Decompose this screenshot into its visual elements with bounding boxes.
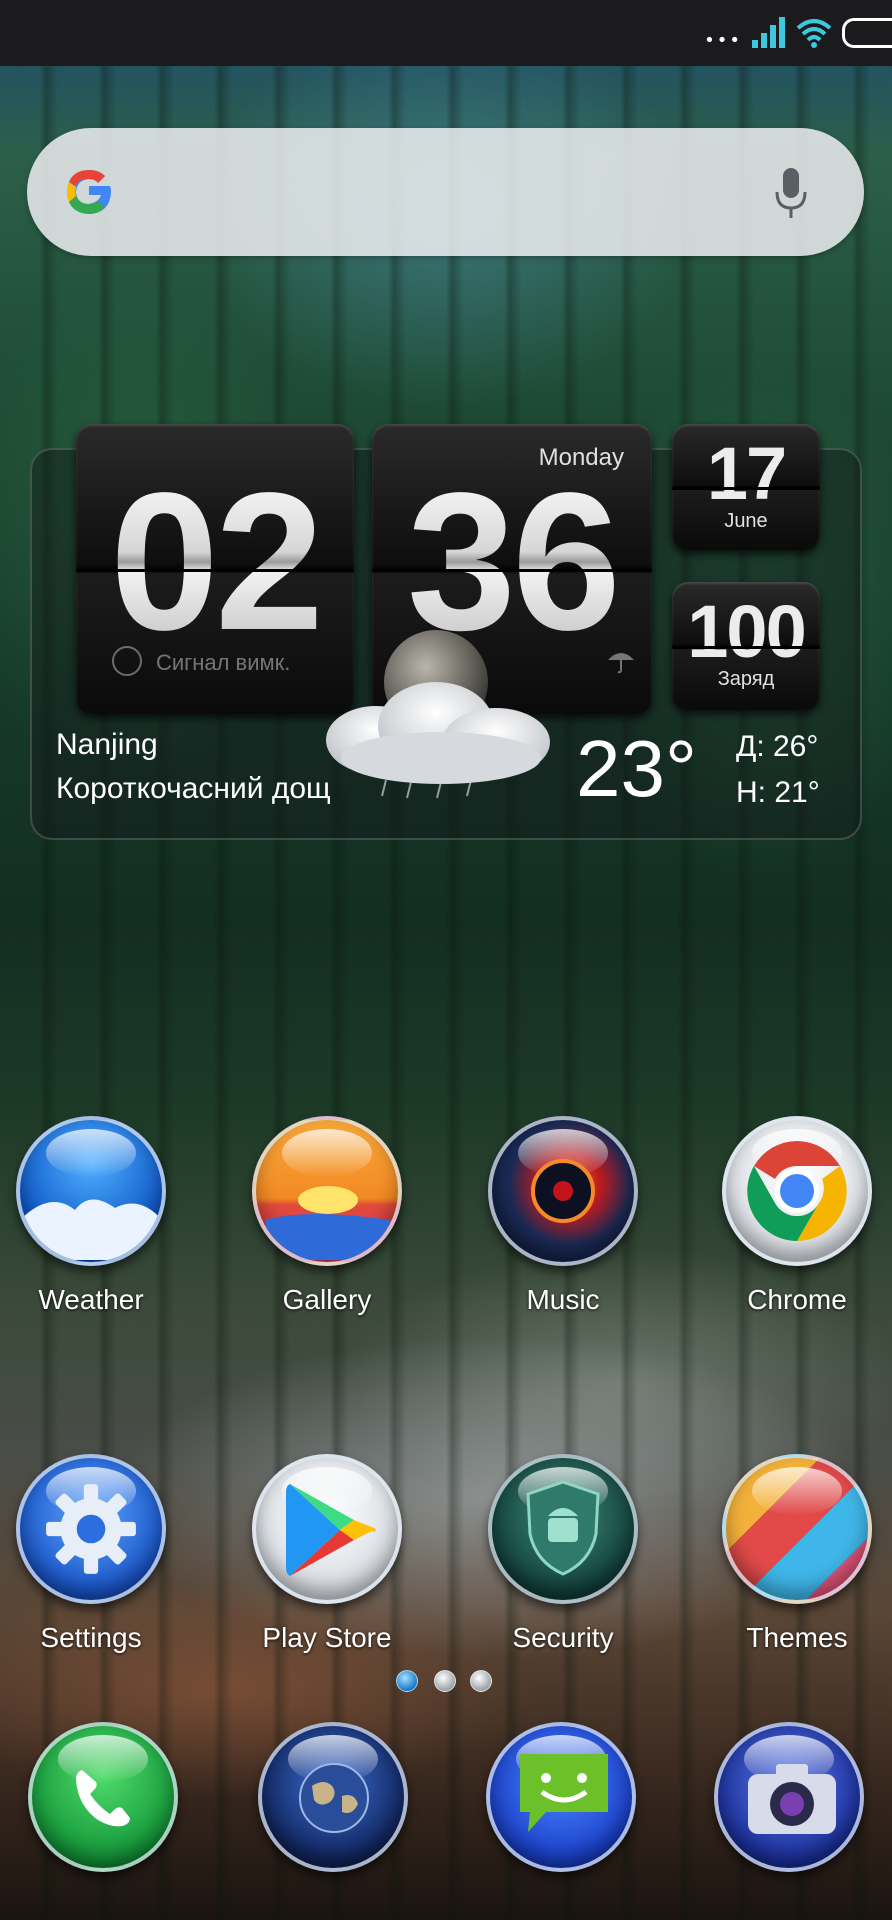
app-label: Gallery [282, 1284, 372, 1315]
wifi-icon [796, 19, 832, 48]
dock-messages[interactable] [486, 1722, 646, 1882]
play-store-icon [252, 1454, 402, 1604]
gallery-icon [252, 1116, 402, 1266]
phone-icon [28, 1722, 178, 1872]
high-temperature: Д: 26° [736, 730, 819, 763]
dock-browser[interactable] [258, 1722, 418, 1882]
app-label: Weather [38, 1284, 144, 1315]
app-themes[interactable]: Themes [702, 1454, 892, 1674]
app-security[interactable]: Security [468, 1454, 658, 1674]
umbrella-icon [608, 653, 634, 674]
app-label: Settings [40, 1622, 142, 1653]
alarm-status: Сигнал вимк. [156, 650, 291, 675]
shield-icon [488, 1454, 638, 1604]
low-temperature: Н: 21° [736, 776, 820, 809]
battery-icon [842, 18, 892, 48]
app-play-store[interactable]: Play Store [232, 1454, 422, 1674]
moon-cloud-rain-icon [326, 630, 550, 799]
page-indicator[interactable] [396, 1670, 496, 1694]
cell-signal-icon [752, 17, 785, 48]
weather-condition: Короткочасний дощ [56, 772, 331, 805]
app-label: Chrome [747, 1284, 847, 1315]
dock-phone[interactable] [28, 1722, 188, 1882]
page-dot-3[interactable] [470, 1670, 492, 1692]
mic-icon[interactable] [774, 166, 808, 222]
clock-weather-widget[interactable]: 02 Сигнал вимк. Monday 36 17 June 100 За… [30, 424, 862, 840]
music-icon [488, 1116, 638, 1266]
weather-icon [16, 1116, 166, 1266]
themes-icon [722, 1454, 872, 1604]
battery-label: Заряд [717, 668, 775, 690]
globe-icon [258, 1722, 408, 1872]
page-dot-2[interactable] [434, 1670, 456, 1692]
app-label: Play Store [262, 1622, 392, 1653]
gear-icon [16, 1454, 166, 1604]
app-gallery[interactable]: Gallery [232, 1116, 422, 1336]
google-logo-icon [67, 170, 111, 214]
page-dot-1[interactable] [396, 1670, 418, 1692]
hours-flip-card: 02 Сигнал вимк. [76, 424, 354, 714]
messages-icon [486, 1722, 636, 1872]
date-day: 17 [706, 432, 787, 515]
more-notifications-icon: ••• [704, 30, 742, 51]
camera-icon [714, 1722, 864, 1872]
google-search-bar[interactable] [27, 128, 864, 256]
current-temperature: 23° [576, 724, 697, 813]
battery-level: 100 [687, 590, 806, 673]
date-flip-card: 17 June [672, 424, 820, 550]
alarm-icon [112, 646, 142, 676]
chrome-icon [722, 1116, 872, 1266]
app-label: Themes [746, 1622, 848, 1653]
date-month: June [724, 510, 768, 532]
weather-city: Nanjing [56, 728, 158, 761]
status-bar: ••• [0, 0, 892, 66]
clock-hours: 02 [76, 462, 354, 662]
app-chrome[interactable]: Chrome [702, 1116, 892, 1336]
app-label: Music [526, 1284, 600, 1315]
app-weather[interactable]: Weather [0, 1116, 186, 1336]
app-music[interactable]: Music [468, 1116, 658, 1336]
app-settings[interactable]: Settings [0, 1454, 186, 1674]
dock-camera[interactable] [714, 1722, 874, 1882]
battery-flip-card: 100 Заряд [672, 582, 820, 710]
app-label: Security [512, 1622, 614, 1653]
